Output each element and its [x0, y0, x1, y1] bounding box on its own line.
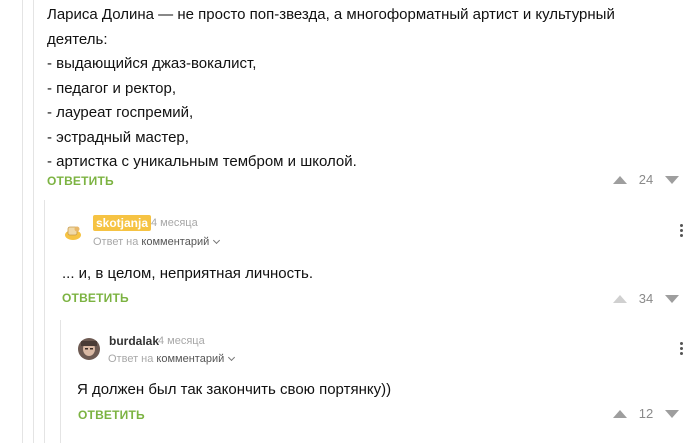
upvote-icon[interactable]: [613, 409, 627, 418]
comment-text: ... и, в целом, неприятная личность.: [62, 265, 314, 282]
rating-count: 34: [638, 291, 654, 306]
reply-to-target[interactable]: комментарий: [141, 236, 209, 248]
avatar[interactable]: [78, 338, 100, 360]
rating-control: 12: [613, 406, 679, 421]
comment-line: - артистка с уникальным тембром и школой…: [47, 153, 357, 170]
thread-line: [60, 320, 61, 443]
comment-line: - педагог и ректор,: [47, 79, 177, 97]
comment-line: - лауреат госпремий,: [47, 104, 194, 121]
reply-button[interactable]: ОТВЕТИТЬ: [78, 408, 145, 422]
avatar-image: [78, 338, 100, 360]
reply-to-prefix: Ответ на: [108, 353, 154, 365]
downvote-icon[interactable]: [665, 294, 679, 303]
comment-line: Лариса Долина — не просто поп-звезда, а …: [47, 6, 615, 23]
comment-time[interactable]: 4 месяца: [158, 335, 205, 347]
username[interactable]: skotjanja: [93, 215, 152, 231]
comment-text: Я должен был так закончить свою портянку…: [77, 381, 392, 398]
downvote-icon[interactable]: [665, 175, 679, 184]
more-options-icon[interactable]: [680, 224, 684, 237]
thread-line: [33, 0, 34, 443]
comment-line: деятель:: [47, 30, 108, 48]
comment-line: - выдающийся джаз-вокалист,: [47, 55, 257, 72]
chevron-down-icon[interactable]: [228, 353, 236, 362]
reply-button[interactable]: ОТВЕТИТЬ: [47, 174, 114, 188]
rating-control: 24: [613, 172, 679, 187]
comment-time[interactable]: 4 месяца: [151, 217, 198, 229]
rating-count: 24: [638, 172, 654, 187]
thread-line: [44, 200, 45, 443]
downvote-icon[interactable]: [665, 409, 679, 418]
username[interactable]: burdalak: [109, 334, 159, 348]
reply-button[interactable]: ОТВЕТИТЬ: [62, 291, 129, 305]
reply-to-target[interactable]: комментарий: [156, 353, 224, 365]
upvote-icon[interactable]: [613, 175, 627, 184]
avatar-image: [62, 221, 84, 243]
reply-to[interactable]: Ответ на комментарий: [108, 353, 236, 365]
upvote-icon[interactable]: [613, 294, 627, 303]
reply-to-prefix: Ответ на: [93, 236, 139, 248]
avatar[interactable]: [62, 221, 84, 243]
thread-line: [22, 0, 23, 443]
reply-to[interactable]: Ответ на комментарий: [93, 236, 221, 248]
rating-count: 12: [638, 406, 654, 421]
comment-line: - эстрадный мастер,: [47, 128, 189, 146]
more-options-icon[interactable]: [680, 342, 684, 355]
comment-text: Лариса Долина — не просто поп-звезда, а …: [47, 3, 667, 175]
chevron-down-icon[interactable]: [213, 236, 221, 245]
rating-control: 34: [613, 291, 679, 306]
